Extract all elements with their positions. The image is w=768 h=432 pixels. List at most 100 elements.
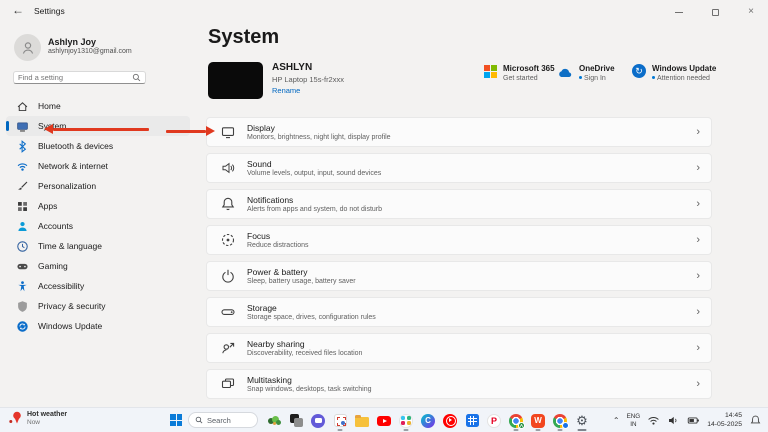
search-input[interactable] (18, 73, 132, 82)
file-explorer-icon[interactable] (354, 411, 370, 431)
bluetooth-icon (19, 139, 27, 153)
bell-icon (221, 197, 235, 211)
find-a-setting-searchbox[interactable] (13, 71, 146, 84)
row-subtitle: Discoverability, received files location (247, 350, 363, 358)
start-button[interactable] (170, 414, 182, 426)
sidebar-item-time-language[interactable]: Time & language (6, 236, 190, 256)
chevron-right-icon: › (696, 197, 700, 210)
battery-tray-icon[interactable] (687, 414, 700, 427)
rename-link[interactable]: Rename (272, 86, 300, 95)
system-icon (17, 121, 28, 131)
weather-title: Hot weather (27, 411, 68, 418)
device-name: ASHLYN (272, 62, 313, 73)
nearby-sharing-icon (222, 342, 235, 354)
sidebar-item-home[interactable]: Home (6, 96, 190, 116)
accessibility-icon (18, 280, 27, 291)
chip-label: Microsoft 365 (503, 64, 555, 73)
windows-update-chip[interactable]: ↻ Windows Update Attention needed (632, 64, 716, 82)
row-sound[interactable]: Sound Volume levels, output, input, sound… (206, 153, 712, 183)
row-notifications[interactable]: Notifications Alerts from apps and system… (206, 189, 712, 219)
sidebar-item-bluetooth-devices[interactable]: Bluetooth & devices (6, 136, 190, 156)
sidebar-item-network-internet[interactable]: Network & internet (6, 156, 190, 176)
tray-chevron-up-icon[interactable]: ⌃ (613, 416, 620, 425)
clock-icon (17, 240, 28, 252)
chrome-profile-2-icon[interactable] (552, 411, 569, 431)
wattpad-icon[interactable]: W (530, 411, 546, 431)
power-icon (222, 269, 234, 283)
title-bar: ← Settings × (0, 0, 768, 24)
weather-widget[interactable]: Hot weather Now (8, 410, 67, 427)
taskbar-app-icons: C P A W ⚙ (266, 408, 590, 432)
calendar-icon[interactable] (464, 411, 480, 431)
chevron-right-icon: › (696, 305, 700, 318)
system-tray: ⌃ ENG IN 14:45 14-05-2025 (613, 408, 762, 432)
snipping-tool-icon[interactable] (332, 411, 348, 431)
sidebar-item-accounts[interactable]: Accounts (6, 216, 190, 236)
sidebar-item-personalization[interactable]: Personalization (6, 176, 190, 196)
language-indicator[interactable]: ENG IN (627, 413, 641, 427)
chip-status: Attention needed (652, 75, 716, 82)
youtube-icon[interactable] (376, 411, 392, 431)
row-title: Focus (247, 230, 271, 241)
taskbar-search[interactable]: Search (188, 412, 258, 428)
weather-icon (9, 411, 21, 424)
sidebar-item-windows-update[interactable]: Windows Update (6, 316, 190, 336)
tray-time: 14:45 (724, 412, 742, 420)
row-title: Notifications (247, 194, 294, 205)
row-storage[interactable]: Storage Storage space, drives, configurat… (206, 297, 712, 327)
minimize-button[interactable] (668, 3, 690, 21)
chrome-profile-a-icon[interactable]: A (508, 411, 525, 431)
youtube-music-icon[interactable] (442, 411, 458, 431)
pinterest-icon[interactable]: P (486, 411, 502, 431)
status-dot (579, 76, 582, 79)
row-power-battery[interactable]: Power & battery Sleep, battery usage, bat… (206, 261, 712, 291)
sidebar-item-gaming[interactable]: Gaming (6, 256, 190, 276)
sidebar: Ashlyn Joy ashlynjoy1310@gmail.com Home … (0, 24, 196, 407)
row-multitasking[interactable]: Multitasking Snap windows, desktops, task… (206, 369, 712, 399)
settings-window: ← Settings × Ashlyn Joy ashlynjoy1310@gm… (0, 0, 768, 432)
wifi-tray-icon[interactable] (647, 414, 660, 427)
clock[interactable]: 14:45 14-05-2025 (707, 412, 742, 429)
maximize-button[interactable] (704, 3, 726, 21)
gamepad-icon (17, 263, 28, 269)
row-subtitle: Volume levels, output, input, sound devi… (247, 170, 382, 178)
sidebar-item-accessibility[interactable]: Accessibility (6, 276, 190, 296)
close-button[interactable]: × (740, 3, 762, 21)
windows-update-icon: ↻ (632, 64, 646, 78)
microsoft-365-icon (484, 65, 497, 78)
shield-icon (18, 300, 27, 312)
notifications-bell-icon[interactable] (749, 414, 762, 427)
weather-subtitle: Now (27, 419, 41, 426)
microsoft-365-chip[interactable]: Microsoft 365 Get started (484, 64, 555, 82)
row-subtitle: Storage space, drives, configuration rul… (247, 314, 376, 322)
display-icon (221, 127, 235, 139)
task-view-icon[interactable] (288, 411, 304, 431)
storage-icon (221, 309, 235, 315)
onedrive-chip[interactable]: OneDrive Sign In (557, 64, 615, 82)
sidebar-item-privacy-security[interactable]: Privacy & security (6, 296, 190, 316)
update-icon (17, 320, 28, 332)
row-subtitle: Snap windows, desktops, task switching (247, 386, 372, 394)
row-focus[interactable]: Focus Reduce distractions › (206, 225, 712, 255)
sidebar-item-label: Home (38, 101, 61, 111)
chat-app-icon[interactable] (310, 411, 326, 431)
device-thumbnail (208, 62, 263, 99)
row-display[interactable]: Display Monitors, brightness, night light… (206, 117, 712, 147)
settings-list: Display Monitors, brightness, night light… (206, 117, 712, 405)
slack-icon[interactable] (398, 411, 414, 431)
volume-tray-icon[interactable] (667, 414, 680, 427)
row-nearby-sharing[interactable]: Nearby sharing Discoverability, received … (206, 333, 712, 363)
sidebar-item-label: Apps (38, 201, 58, 211)
settings-gear-icon[interactable]: ⚙ (574, 411, 590, 431)
back-arrow-icon[interactable]: ← (12, 3, 24, 17)
avatar[interactable] (14, 34, 41, 61)
canva-icon[interactable]: C (420, 411, 436, 431)
sidebar-item-apps[interactable]: Apps (6, 196, 190, 216)
plants-app-icon[interactable] (266, 411, 282, 431)
chevron-right-icon: › (696, 341, 700, 354)
brush-icon (18, 181, 28, 190)
row-subtitle: Monitors, brightness, night light, displ… (247, 134, 391, 142)
sidebar-item-label: Windows Update (38, 321, 103, 331)
chip-status: Sign In (579, 75, 615, 82)
status-dot (652, 76, 655, 79)
